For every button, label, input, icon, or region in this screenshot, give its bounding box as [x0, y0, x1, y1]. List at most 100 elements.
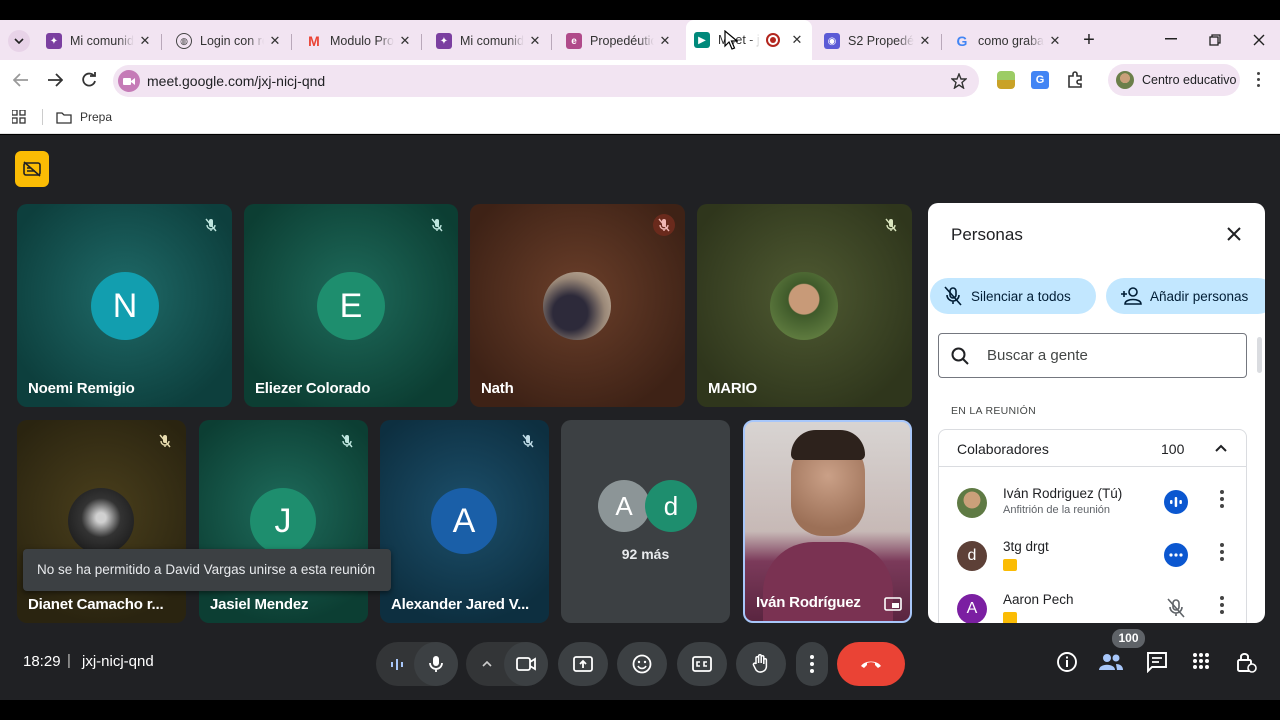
- back-arrow-icon[interactable]: [13, 73, 29, 87]
- person-row[interactable]: Iván Rodriguez (Tú) Anfitrión de la reun…: [939, 480, 1246, 532]
- present-screen-icon: [573, 656, 593, 672]
- avatar: A: [431, 488, 497, 554]
- participant-tile[interactable]: N Noemi Remigio: [17, 204, 232, 407]
- new-tab-button[interactable]: +: [1078, 28, 1100, 52]
- tab-divider: [291, 34, 292, 50]
- end-call-icon: [861, 661, 881, 668]
- muted-mic-icon: [426, 214, 448, 236]
- panel-scrollbar[interactable]: [1257, 337, 1262, 373]
- search-icon: [951, 347, 969, 365]
- tab-title: Mi comunidad: [460, 34, 524, 48]
- tab-divider: [551, 34, 552, 50]
- avatar: d: [645, 480, 697, 532]
- participant-tile[interactable]: E Eliezer Colorado: [244, 204, 458, 407]
- browser-menu-icon[interactable]: [1257, 72, 1260, 92]
- profile-name: Centro educativo: [1142, 73, 1237, 87]
- tab-search-button[interactable]: [8, 30, 30, 52]
- forward-arrow-icon[interactable]: [47, 73, 63, 87]
- camera-button[interactable]: [504, 642, 548, 686]
- mute-all-button[interactable]: Silenciar a todos: [930, 278, 1096, 314]
- restore-icon[interactable]: [1209, 34, 1221, 46]
- profile-button[interactable]: Centro educativo: [1108, 64, 1240, 96]
- participant-tile[interactable]: Nath: [470, 204, 685, 407]
- bookmark-star-icon[interactable]: [951, 73, 967, 89]
- close-icon[interactable]: ✕: [1048, 33, 1062, 49]
- site-info-icon[interactable]: [118, 70, 140, 92]
- more-vert-icon[interactable]: [1220, 490, 1224, 510]
- camera-control-group: [466, 642, 548, 686]
- muted-mic-icon: [517, 430, 539, 452]
- avatar: J: [250, 488, 316, 554]
- meet-icon: ▶: [694, 32, 710, 48]
- participant-tile[interactable]: A Alexander Jared V...: [380, 420, 549, 623]
- group-header[interactable]: Colaboradores 100: [939, 430, 1246, 467]
- reactions-button[interactable]: [617, 642, 667, 686]
- captions-button[interactable]: [677, 642, 727, 686]
- tab-mi-comunidad-1[interactable]: ✦ Mi comunidad ✕: [38, 26, 160, 56]
- close-icon[interactable]: [1227, 227, 1241, 241]
- more-options-button[interactable]: [796, 642, 828, 686]
- tab-meet-active[interactable]: ▶ Meet - jxj ✕: [686, 20, 812, 60]
- leave-call-button[interactable]: [837, 642, 905, 686]
- participant-tile[interactable]: J Jasiel Mendez: [199, 420, 368, 623]
- chevron-up-icon[interactable]: [1215, 444, 1227, 452]
- people-button[interactable]: [1098, 651, 1124, 673]
- letterbox-bottom: [0, 700, 1280, 720]
- close-icon[interactable]: ✕: [790, 32, 804, 48]
- chevron-up-icon[interactable]: [482, 661, 492, 667]
- close-icon[interactable]: ✕: [528, 33, 542, 49]
- avatar: [543, 272, 611, 340]
- purple-feather-icon: ✦: [436, 33, 452, 49]
- picture-in-picture-icon[interactable]: [884, 597, 902, 611]
- reload-icon[interactable]: [81, 72, 97, 88]
- search-people-input[interactable]: Buscar a gente: [938, 333, 1247, 378]
- minimize-icon[interactable]: [1165, 38, 1177, 40]
- more-participants-tile[interactable]: A d 92 más: [561, 420, 730, 623]
- self-video-tile[interactable]: Iván Rodríguez: [743, 420, 912, 623]
- tab-title: Propedéutico: [590, 34, 654, 48]
- chat-icon[interactable]: [1146, 651, 1168, 673]
- window-close-icon[interactable]: [1253, 34, 1265, 46]
- captions-icon: [692, 656, 712, 672]
- close-icon[interactable]: ✕: [658, 33, 672, 49]
- extension-icon[interactable]: [997, 71, 1015, 89]
- tab-gmail[interactable]: M Modulo Prop ✕: [298, 26, 420, 56]
- more-vert-icon[interactable]: [1220, 543, 1224, 563]
- microphone-button[interactable]: [414, 642, 458, 686]
- close-icon[interactable]: ✕: [398, 33, 412, 49]
- tab-propedeutico[interactable]: e Propedéutico ✕: [558, 26, 680, 56]
- tab-mi-comunidad-2[interactable]: ✦ Mi comunidad ✕: [428, 26, 550, 56]
- translate-icon[interactable]: G: [1031, 71, 1049, 89]
- chevron-down-icon: [14, 38, 24, 44]
- muted-mic-icon: [154, 430, 176, 452]
- host-controls-lock-icon[interactable]: [1236, 650, 1258, 674]
- participant-tile[interactable]: Dianet Camacho r...: [17, 420, 186, 623]
- video-person-hair: [791, 430, 865, 460]
- close-icon[interactable]: ✕: [268, 33, 282, 49]
- close-icon[interactable]: ✕: [138, 33, 152, 49]
- add-people-button[interactable]: Añadir personas: [1106, 278, 1265, 314]
- activities-grid-icon[interactable]: [1192, 652, 1210, 670]
- speaking-indicator-icon: [1164, 490, 1188, 514]
- participant-name: Iván Rodríguez: [756, 594, 861, 611]
- apps-grid-icon[interactable]: [12, 110, 26, 124]
- present-screen-button[interactable]: [558, 642, 608, 686]
- address-bar[interactable]: meet.google.com/jxj-nicj-qnd: [113, 65, 979, 97]
- participant-tile[interactable]: MARIO: [697, 204, 912, 407]
- letterbox-top: [0, 0, 1280, 20]
- recording-status-badge[interactable]: [15, 151, 49, 187]
- person-row[interactable]: A Aaron Pech: [939, 586, 1246, 623]
- close-icon[interactable]: ✕: [918, 33, 932, 49]
- meeting-info-icon[interactable]: [1056, 651, 1078, 673]
- person-row[interactable]: d 3tg drgt: [939, 533, 1246, 585]
- bookmark-folder-prepa[interactable]: Prepa: [56, 108, 112, 126]
- tab-google-search[interactable]: G como graba ✕: [946, 26, 1070, 56]
- more-vert-icon[interactable]: [1220, 596, 1224, 616]
- participant-name: Eliezer Colorado: [255, 380, 371, 397]
- more-vert-icon: [810, 655, 814, 673]
- raise-hand-button[interactable]: [736, 642, 786, 686]
- tab-s2-propedeutico[interactable]: ◉ S2 Propedéu ✕: [816, 26, 940, 56]
- tab-login[interactable]: ◍ Login con re ✕: [168, 26, 290, 56]
- group-count: 100: [1161, 441, 1185, 457]
- puzzle-icon[interactable]: [1066, 71, 1084, 89]
